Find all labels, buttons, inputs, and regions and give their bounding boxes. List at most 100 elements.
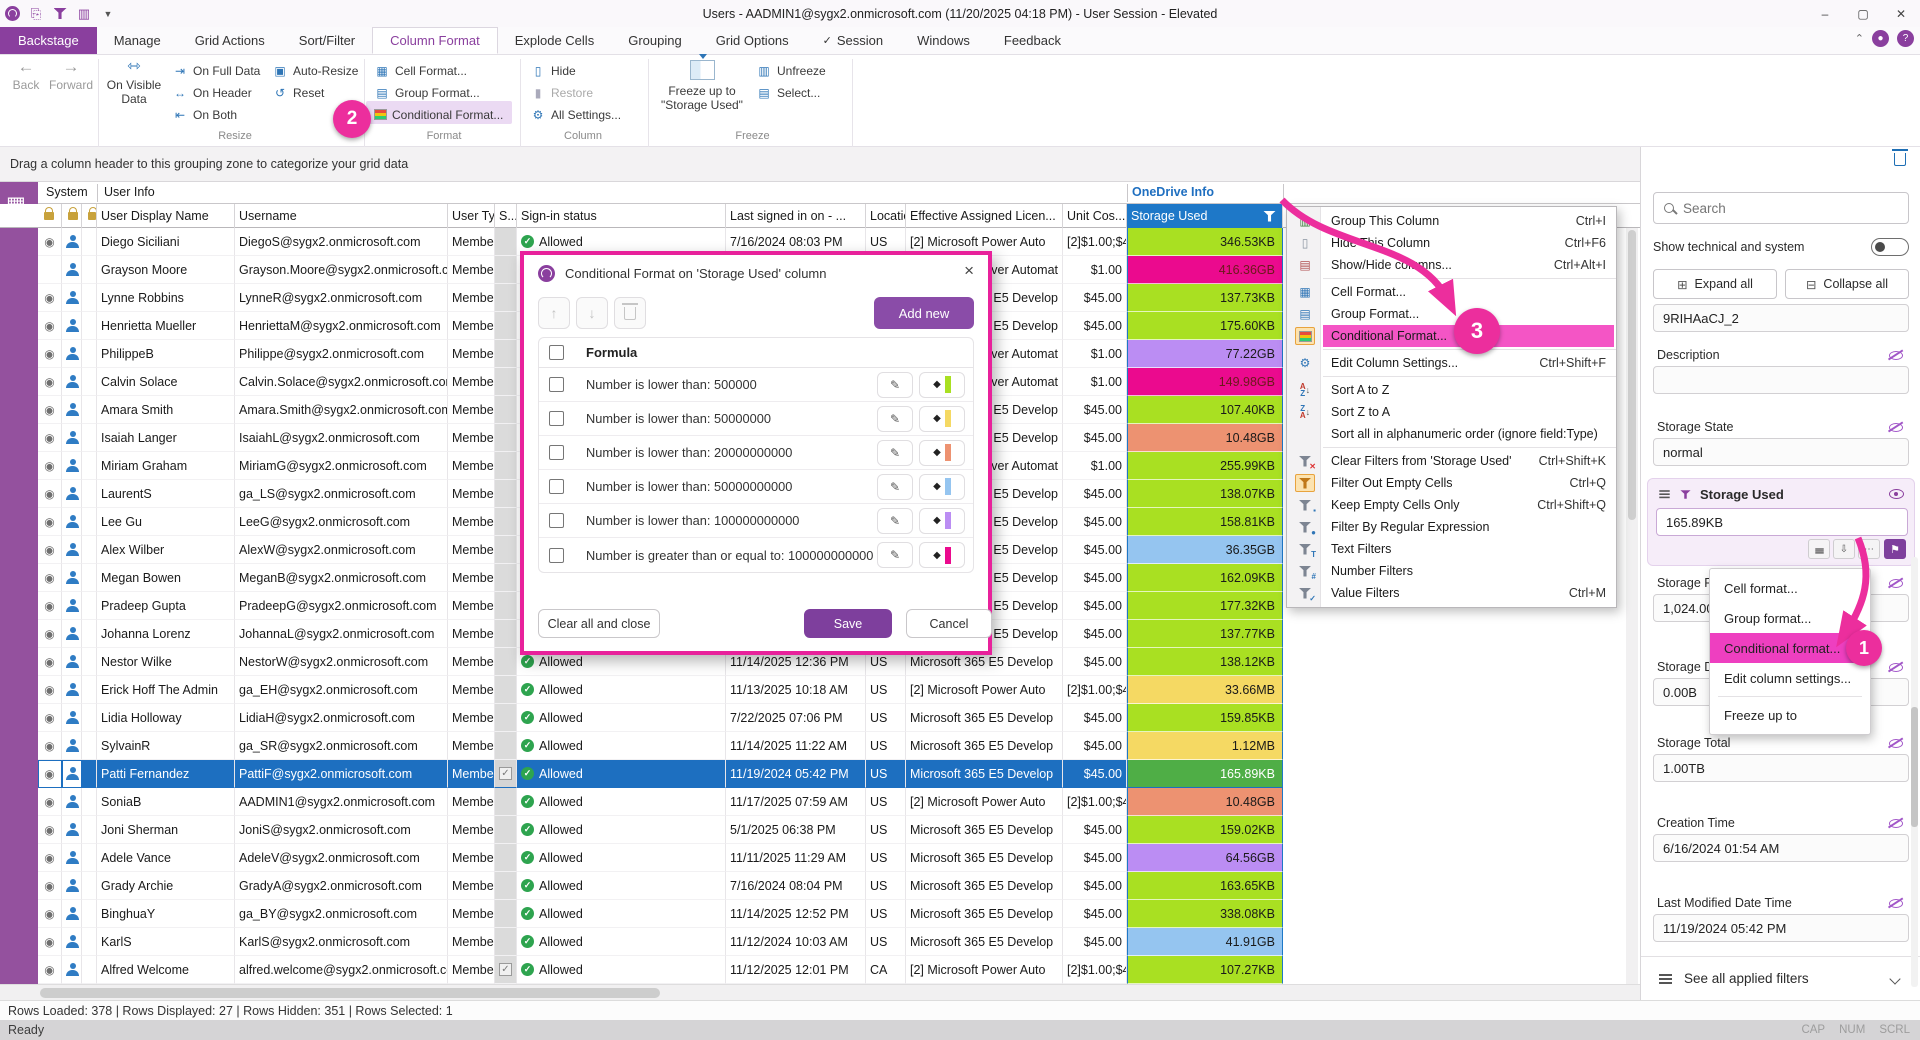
- session-radio-cell[interactable]: ◉: [38, 480, 62, 508]
- cell-unit-cost[interactable]: $1.00: [1063, 368, 1127, 396]
- menu-item-value-filters[interactable]: ✓Value FiltersCtrl+M: [1287, 582, 1616, 604]
- cell-location[interactable]: US: [866, 844, 906, 872]
- cell-storage-used[interactable]: 346.53KB: [1127, 228, 1283, 256]
- table-row[interactable]: ◉Joni ShermanJoniS@sygx2.onmicrosoft.com…: [0, 816, 1640, 844]
- cell-last-signed-in[interactable]: 11/14/2025 12:52 PM: [726, 900, 866, 928]
- user-icon-cell[interactable]: [62, 508, 82, 536]
- cell-last-signed-in[interactable]: 11/12/2025 12:01 PM: [726, 956, 866, 984]
- cell-user-type[interactable]: Member: [448, 396, 495, 424]
- cell-user-type[interactable]: Member: [448, 844, 495, 872]
- user-icon-cell[interactable]: [62, 424, 82, 452]
- menu-item-clear-filters-from-storage-used[interactable]: ✕Clear Filters from 'Storage Used'Ctrl+S…: [1287, 450, 1616, 472]
- cell-username[interactable]: Calvin.Solace@sygx2.onmicrosoft.com: [235, 368, 448, 396]
- cell-storage-used[interactable]: 33.66MB: [1127, 676, 1283, 704]
- cell-display-name[interactable]: Lynne Robbins: [97, 284, 235, 312]
- cell-storage-used[interactable]: 162.09KB: [1127, 564, 1283, 592]
- cell-display-name[interactable]: Pradeep Gupta: [97, 592, 235, 620]
- table-row[interactable]: ◉Patti FernandezPattiF@sygx2.onmicrosoft…: [0, 760, 1640, 788]
- cell-user-type[interactable]: Member: [448, 564, 495, 592]
- user-icon-cell[interactable]: [62, 396, 82, 424]
- cell-location[interactable]: CA: [866, 956, 906, 984]
- cell-system-flag[interactable]: [495, 340, 517, 368]
- cell-user-type[interactable]: Member: [448, 284, 495, 312]
- search-input[interactable]: [1683, 201, 1883, 216]
- menu-item-sort-z-to-a[interactable]: ZA↓Sort Z to A: [1287, 401, 1616, 423]
- rule-color-button[interactable]: ◆: [919, 474, 965, 500]
- cell-last-signed-in[interactable]: 11/12/2024 10:03 AM: [726, 928, 866, 956]
- select-all-rules-checkbox[interactable]: [549, 345, 564, 360]
- cell-license[interactable]: Microsoft 365 E5 Develop: [906, 900, 1063, 928]
- band-user-info[interactable]: User Info: [104, 185, 155, 199]
- field-input-storage-state[interactable]: normal: [1653, 438, 1909, 466]
- cell-last-signed-in[interactable]: 7/22/2025 07:06 PM: [726, 704, 866, 732]
- cell-storage-used[interactable]: 255.99KB: [1127, 452, 1283, 480]
- session-radio-cell[interactable]: ◉: [38, 956, 62, 984]
- cell-display-name[interactable]: Grady Archie: [97, 872, 235, 900]
- tab-grid-options[interactable]: Grid Options: [699, 27, 806, 54]
- cell-system-flag[interactable]: [495, 284, 517, 312]
- cell-unit-cost[interactable]: $45.00: [1063, 732, 1127, 760]
- session-radio-cell[interactable]: ◉: [38, 900, 62, 928]
- cell-user-type[interactable]: Member: [448, 956, 495, 984]
- table-row[interactable]: ◉KarlSKarlS@sygx2.onmicrosoft.comMember✓…: [0, 928, 1640, 956]
- delete-rule-button[interactable]: [614, 297, 646, 329]
- cell-system-flag[interactable]: [495, 564, 517, 592]
- cell-username[interactable]: Grayson.Moore@sygx2.onmicrosoft.com: [235, 256, 448, 284]
- align-option-icon[interactable]: [1808, 539, 1830, 559]
- cell-display-name[interactable]: Nestor Wilke: [97, 648, 235, 676]
- cell-username[interactable]: IsaiahL@sygx2.onmicrosoft.com: [235, 424, 448, 452]
- field-input-storage-total[interactable]: 1.00TB: [1653, 754, 1909, 782]
- cell-storage-used[interactable]: 1.12MB: [1127, 732, 1283, 760]
- table-row[interactable]: ◉SylvainRga_SR@sygx2.onmicrosoft.comMemb…: [0, 732, 1640, 760]
- eye-hidden-icon[interactable]: [1888, 348, 1904, 362]
- cell-display-name[interactable]: Isaiah Langer: [97, 424, 235, 452]
- cell-username[interactable]: LynneR@sygx2.onmicrosoft.com: [235, 284, 448, 312]
- column-header-storage-used[interactable]: Storage Used: [1127, 204, 1283, 228]
- user-icon-cell[interactable]: [62, 760, 82, 788]
- cell-user-type[interactable]: Member: [448, 816, 495, 844]
- rule-color-button[interactable]: ◆: [919, 508, 965, 534]
- cell-unit-cost[interactable]: $1.00: [1063, 452, 1127, 480]
- edit-rule-pencil-icon[interactable]: ✎: [877, 542, 913, 568]
- user-icon-cell[interactable]: [62, 256, 82, 284]
- session-radio-cell[interactable]: ◉: [38, 676, 62, 704]
- rule-color-button[interactable]: ◆: [919, 440, 965, 466]
- cell-system-flag[interactable]: ✓: [495, 760, 517, 788]
- session-radio-cell[interactable]: ◉: [38, 648, 62, 676]
- cell-display-name[interactable]: Joni Sherman: [97, 816, 235, 844]
- cell-system-flag[interactable]: [495, 704, 517, 732]
- cell-system-flag[interactable]: [495, 900, 517, 928]
- session-radio-cell[interactable]: ◉: [38, 816, 62, 844]
- cell-signin-status[interactable]: ✓Allowed: [517, 844, 726, 872]
- pin-icon[interactable]: ⚑: [1884, 539, 1906, 559]
- on-full-data-button[interactable]: ⇥On Full Data: [172, 60, 260, 81]
- cell-user-type[interactable]: Member: [448, 368, 495, 396]
- cell-display-name[interactable]: LaurentS: [97, 480, 235, 508]
- cell-signin-status[interactable]: ✓Allowed: [517, 676, 726, 704]
- cell-storage-used[interactable]: 163.65KB: [1127, 872, 1283, 900]
- rule-color-button[interactable]: ◆: [919, 406, 965, 432]
- table-row[interactable]: ◉Erick Hoff The Adminga_EH@sygx2.onmicro…: [0, 676, 1640, 704]
- tab-manage[interactable]: Manage: [97, 27, 178, 54]
- cell-storage-used[interactable]: 159.85KB: [1127, 704, 1283, 732]
- all-settings-button[interactable]: ⚙All Settings...: [530, 104, 621, 125]
- cell-last-signed-in[interactable]: 7/16/2024 08:04 PM: [726, 872, 866, 900]
- cell-username[interactable]: LidiaH@sygx2.onmicrosoft.com: [235, 704, 448, 732]
- tab-grid-actions[interactable]: Grid Actions: [178, 27, 282, 54]
- cell-system-flag[interactable]: [495, 872, 517, 900]
- cell-last-signed-in[interactable]: 11/13/2025 10:18 AM: [726, 676, 866, 704]
- cell-display-name[interactable]: Alex Wilber: [97, 536, 235, 564]
- cell-last-signed-in[interactable]: 11/14/2025 11:22 AM: [726, 732, 866, 760]
- cell-license[interactable]: Microsoft 365 E5 Develop: [906, 872, 1063, 900]
- menu-item-sort-a-to-z[interactable]: AZ↓Sort A to Z: [1287, 379, 1616, 401]
- cell-storage-used[interactable]: 416.36GB: [1127, 256, 1283, 284]
- user-icon-cell[interactable]: [62, 788, 82, 816]
- rule-checkbox[interactable]: [549, 479, 564, 494]
- rule-checkbox[interactable]: [549, 411, 564, 426]
- cell-unit-cost[interactable]: [2]$1.00;$4: [1063, 788, 1127, 816]
- column-header[interactable]: Last signed in on - ...: [726, 204, 866, 228]
- cell-user-type[interactable]: Member: [448, 900, 495, 928]
- cell-unit-cost[interactable]: $45.00: [1063, 564, 1127, 592]
- eye-hidden-icon[interactable]: [1888, 896, 1904, 910]
- user-icon-cell[interactable]: [62, 928, 82, 956]
